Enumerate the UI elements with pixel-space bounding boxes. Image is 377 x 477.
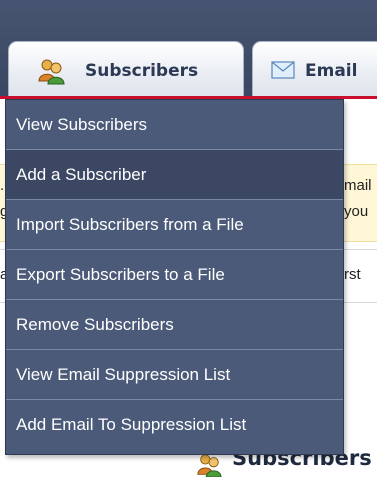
tab-email[interactable]: Email (252, 41, 377, 96)
tab-email-label: Email (305, 61, 358, 81)
envelope-icon (271, 61, 295, 79)
notice-fragment-left-1: . (0, 177, 5, 194)
section-heading: Subscribers (196, 452, 377, 477)
menu-item-export-subscribers[interactable]: Export Subscribers to a File (6, 250, 343, 300)
menu-item-remove-subscribers[interactable]: Remove Subscribers (6, 300, 343, 350)
subscribers-dropdown-menu: View Subscribers Add a Subscriber Import… (5, 99, 344, 455)
notice-fragment-right-1: mail (344, 177, 372, 194)
menu-item-add-to-suppression-list[interactable]: Add Email To Suppression List (6, 400, 343, 450)
row-fragment-right: rst (344, 266, 361, 283)
menu-item-view-suppression-list[interactable]: View Email Suppression List (6, 350, 343, 400)
notice-fragment-right-2: you (344, 203, 369, 220)
subscribers-icon (38, 59, 65, 85)
subscribers-icon (197, 454, 222, 477)
tab-subscribers[interactable]: Subscribers (8, 41, 244, 96)
tab-subscribers-label: Subscribers (85, 61, 199, 81)
menu-item-import-subscribers[interactable]: Import Subscribers from a File (6, 200, 343, 250)
menu-item-add-subscriber[interactable]: Add a Subscriber (6, 150, 343, 200)
top-navigation-bar: Subscribers Email (0, 0, 377, 96)
menu-item-view-subscribers[interactable]: View Subscribers (6, 100, 343, 150)
